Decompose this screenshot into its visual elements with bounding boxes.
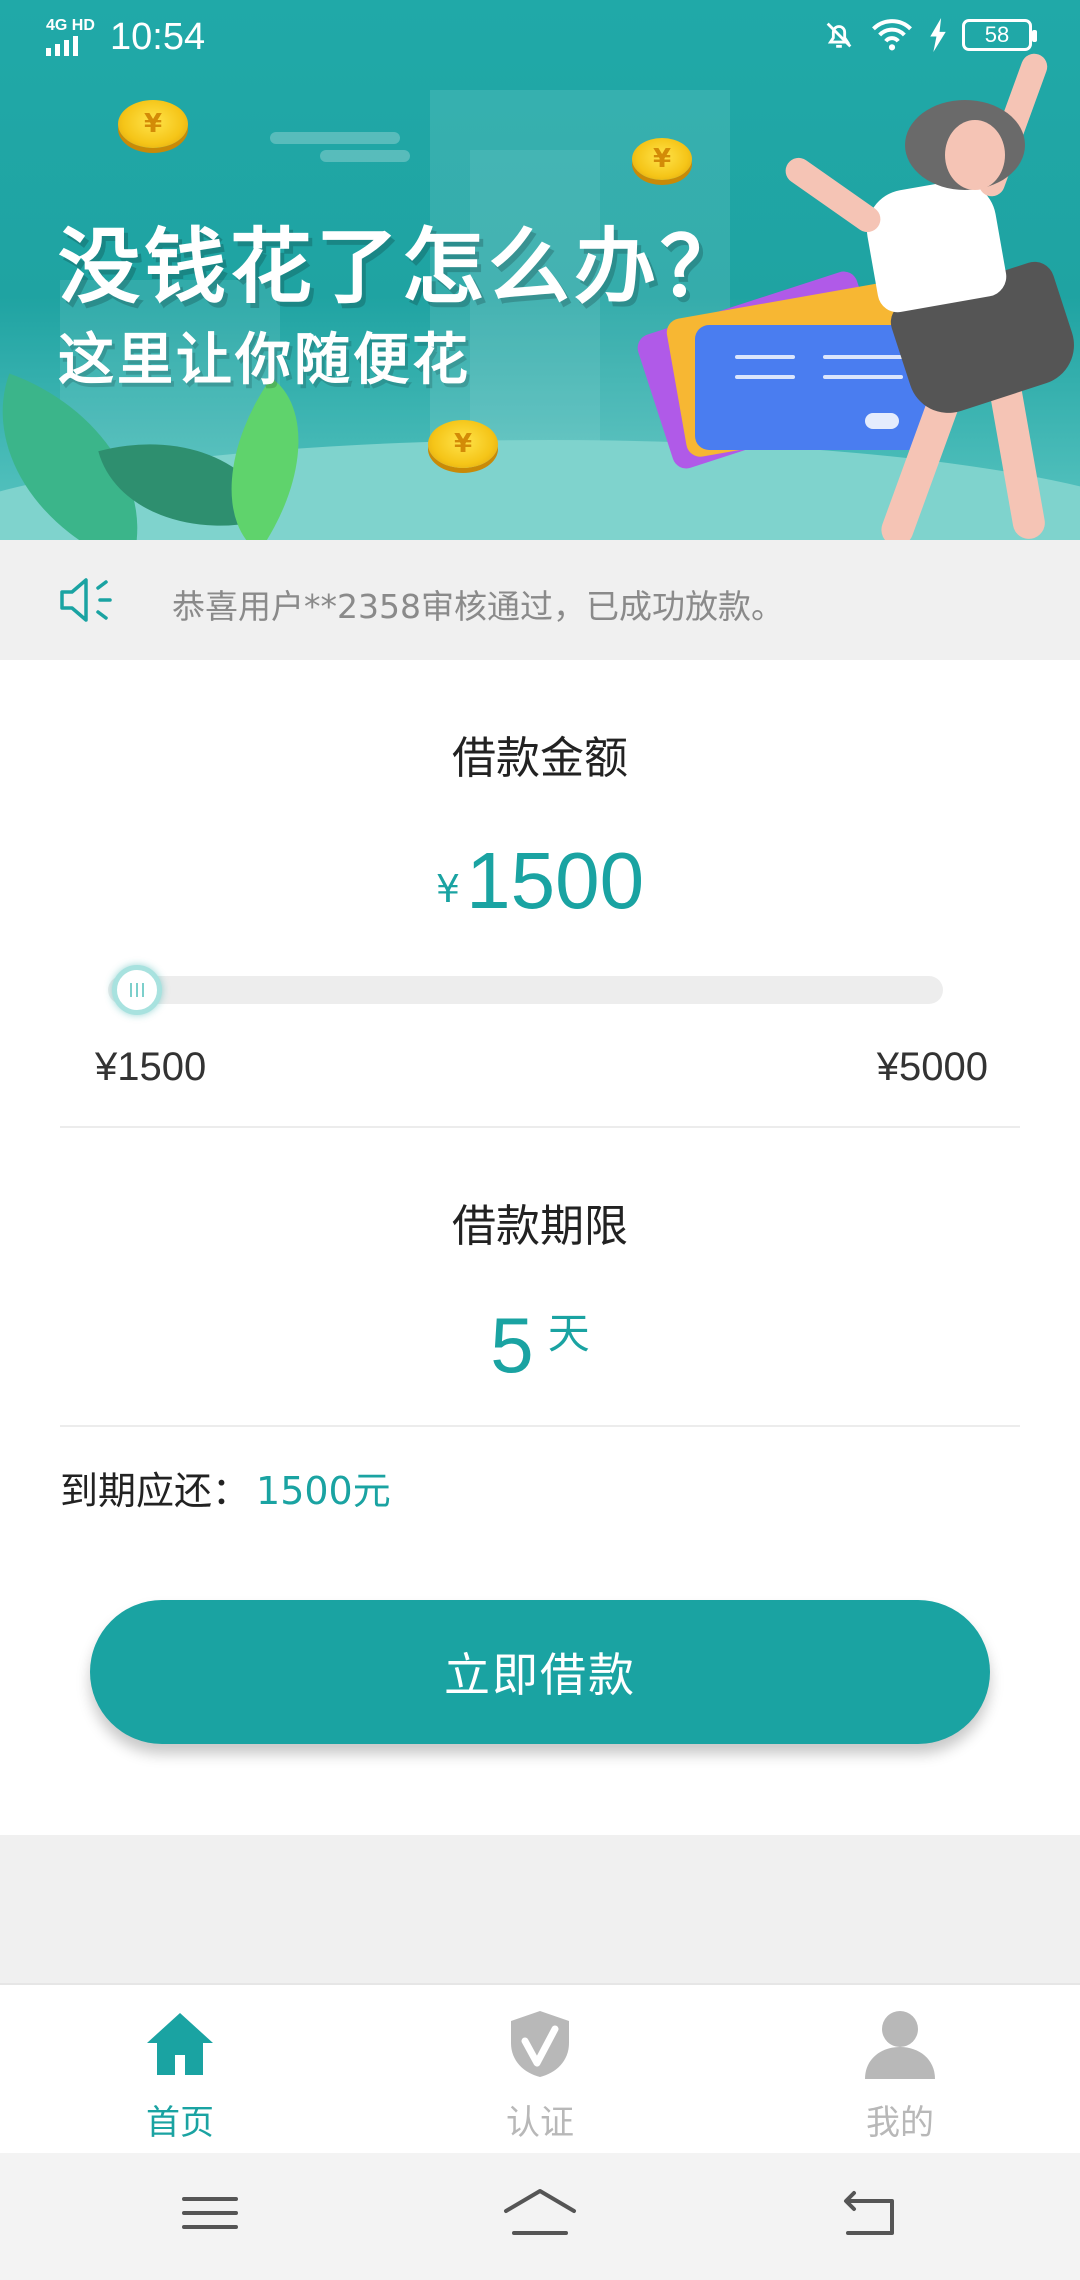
home-outline-icon[interactable] xyxy=(500,2183,580,2243)
banner-cloud xyxy=(270,132,400,144)
girl-illustration xyxy=(945,120,1005,190)
wifi-icon xyxy=(872,19,912,51)
due-value: 1500元 xyxy=(256,1469,391,1513)
banner-subtitle: 这里让你随便花 xyxy=(58,328,471,393)
currency-symbol: ¥ xyxy=(435,867,461,911)
battery-level: 58 xyxy=(984,22,1010,47)
status-bar: 4G HD 10:54 58 xyxy=(0,0,1080,76)
tab-home-label: 首页 xyxy=(146,2103,214,2143)
network-type: 4G HD xyxy=(46,17,95,34)
amount-label: 借款金额 xyxy=(452,733,628,784)
charging-icon xyxy=(930,18,946,52)
term-value: 5 xyxy=(490,1301,534,1389)
speaker-icon xyxy=(60,578,112,622)
term-label: 借款期限 xyxy=(452,1201,628,1252)
due-amount-row: 到期应还： 1500元 xyxy=(60,1460,391,1515)
menu-icon[interactable] xyxy=(170,2183,250,2243)
tab-mine-label: 我的 xyxy=(866,2103,934,2143)
amount-value: 1500 xyxy=(466,836,645,925)
announcement-text: 恭喜用户**2358审核通过，已成功放款。 xyxy=(172,587,784,626)
term-selector[interactable]: 5天 xyxy=(0,1300,1080,1391)
bottom-tab-bar: 首页 认证 我的 xyxy=(0,1983,1080,2153)
amount-slider-track[interactable] xyxy=(108,976,943,1004)
tab-mine[interactable]: 我的 xyxy=(720,1985,1080,2155)
announcement-bar: 恭喜用户**2358审核通过，已成功放款。 xyxy=(0,540,1080,660)
home-icon xyxy=(147,2013,213,2075)
tab-home[interactable]: 首页 xyxy=(0,1985,360,2155)
hero-banner[interactable]: ¥ ¥ ¥ 没钱花了怎么办？ 这里让你随便花 xyxy=(0,0,1080,540)
due-label: 到期应还： xyxy=(60,1469,251,1513)
borrow-now-button[interactable]: 立即借款 xyxy=(90,1600,990,1744)
system-nav-bar xyxy=(0,2153,1080,2280)
coin-icon: ¥ xyxy=(428,420,498,468)
tab-verify-label: 认证 xyxy=(506,2103,574,2143)
slider-min-label: ¥1500 xyxy=(95,1045,207,1089)
divider xyxy=(60,1126,1020,1128)
status-time: 10:54 xyxy=(110,16,206,58)
battery-icon: 58 xyxy=(962,19,1037,51)
amount-slider-thumb[interactable] xyxy=(112,965,162,1015)
coin-icon: ¥ xyxy=(118,100,188,148)
banner-cloud xyxy=(320,150,410,162)
shield-check-icon xyxy=(511,2011,569,2077)
mute-bell-icon xyxy=(826,22,852,48)
term-unit: 天 xyxy=(547,1309,590,1358)
tab-verify[interactable]: 认证 xyxy=(360,1985,720,2155)
banner-title: 没钱花了怎么办？ xyxy=(58,220,747,315)
girl-illustration xyxy=(780,152,886,238)
back-icon[interactable] xyxy=(830,2183,910,2243)
slider-max-label: ¥5000 xyxy=(876,1045,988,1089)
signal-icon: 4G HD xyxy=(46,14,95,56)
loan-form: 借款金额 ¥1500 ¥1500 ¥5000 借款期限 5天 到期应还： 1500… xyxy=(0,660,1080,1835)
divider xyxy=(60,1425,1020,1427)
coin-icon: ¥ xyxy=(632,138,692,180)
amount-display: ¥1500 xyxy=(0,835,1080,927)
user-icon xyxy=(865,2011,935,2079)
